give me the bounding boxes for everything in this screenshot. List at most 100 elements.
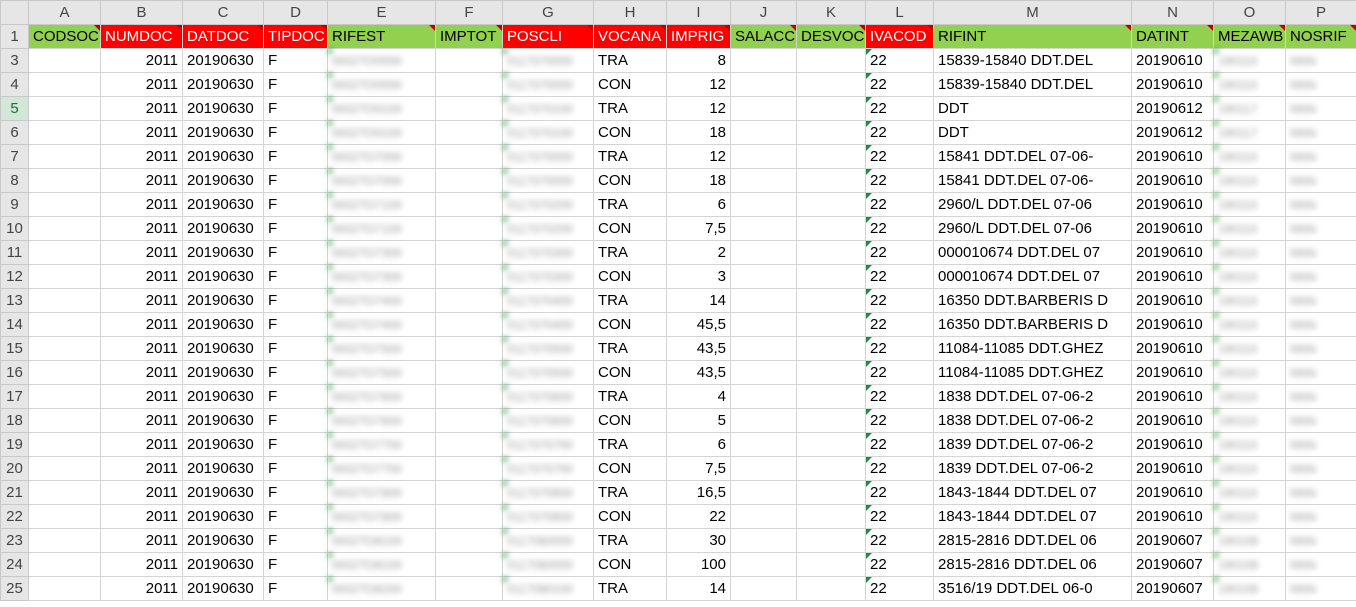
- cell-a[interactable]: [28, 336, 101, 361]
- cell-numdoc[interactable]: 2011: [100, 576, 183, 601]
- cell-numdoc[interactable]: 2011: [100, 264, 183, 289]
- cell-numdoc[interactable]: 2011: [100, 48, 183, 73]
- cell-f[interactable]: [435, 168, 503, 193]
- cell-f[interactable]: [435, 264, 503, 289]
- cell-rifint[interactable]: 1838 DDT.DEL 07-06-2: [933, 408, 1132, 433]
- cell-a[interactable]: [28, 576, 101, 601]
- cell-ivacod[interactable]: 22: [865, 216, 934, 241]
- row-header[interactable]: 18: [0, 408, 29, 433]
- cell-rifest[interactable]: 0002TO7800: [327, 480, 436, 505]
- row-header[interactable]: 21: [0, 480, 29, 505]
- row-header[interactable]: 19: [0, 432, 29, 457]
- field-header-rifint[interactable]: RIFINT: [933, 24, 1132, 49]
- cell-vocana[interactable]: CON: [593, 120, 667, 145]
- field-header-desvoc[interactable]: DESVOC: [796, 24, 866, 49]
- cell-datdoc[interactable]: 20190630: [182, 72, 264, 97]
- cell-mezawb[interactable]: 190108: [1213, 528, 1286, 553]
- cell-j[interactable]: [730, 192, 797, 217]
- cell-poscli[interactable]: 0117070700: [502, 432, 594, 457]
- cell-imprig[interactable]: 4: [666, 384, 731, 409]
- cell-rifint[interactable]: 1838 DDT.DEL 07-06-2: [933, 384, 1132, 409]
- cell-vocana[interactable]: TRA: [593, 240, 667, 265]
- cell-j[interactable]: [730, 528, 797, 553]
- cell-rifint[interactable]: 3516/19 DDT.DEL 06-0: [933, 576, 1132, 601]
- cell-k[interactable]: [796, 528, 866, 553]
- cell-ivacod[interactable]: 22: [865, 264, 934, 289]
- cell-datdoc[interactable]: 20190630: [182, 552, 264, 577]
- cell-rifest[interactable]: 0002TO8200: [327, 576, 436, 601]
- cell-vocana[interactable]: TRA: [593, 480, 667, 505]
- cell-datint[interactable]: 20190607: [1131, 576, 1214, 601]
- cell-mezawb[interactable]: 190110: [1213, 144, 1286, 169]
- cell-datdoc[interactable]: 20190630: [182, 192, 264, 217]
- cell-j[interactable]: [730, 432, 797, 457]
- cell-imprig[interactable]: 12: [666, 72, 731, 97]
- cell-poscli[interactable]: 0117070100: [502, 96, 594, 121]
- cell-vocana[interactable]: TRA: [593, 528, 667, 553]
- cell-a[interactable]: [28, 360, 101, 385]
- cell-mezawb[interactable]: 190110: [1213, 384, 1286, 409]
- cell-mezawb[interactable]: 190108: [1213, 576, 1286, 601]
- select-all-corner[interactable]: [0, 0, 29, 25]
- cell-nosrif[interactable]: NNN: [1285, 528, 1356, 553]
- cell-tipdoc[interactable]: F: [263, 312, 328, 337]
- cell-numdoc[interactable]: 2011: [100, 288, 183, 313]
- cell-tipdoc[interactable]: F: [263, 504, 328, 529]
- cell-k[interactable]: [796, 144, 866, 169]
- cell-nosrif[interactable]: NNN: [1285, 168, 1356, 193]
- cell-rifest[interactable]: 0002TO8100: [327, 552, 436, 577]
- cell-vocana[interactable]: TRA: [593, 576, 667, 601]
- cell-vocana[interactable]: CON: [593, 72, 667, 97]
- cell-a[interactable]: [28, 168, 101, 193]
- cell-j[interactable]: [730, 144, 797, 169]
- cell-tipdoc[interactable]: F: [263, 384, 328, 409]
- cell-tipdoc[interactable]: F: [263, 336, 328, 361]
- cell-datint[interactable]: 20190610: [1131, 504, 1214, 529]
- cell-k[interactable]: [796, 48, 866, 73]
- cell-rifint[interactable]: 11084-11085 DDT.GHEZ: [933, 336, 1132, 361]
- cell-nosrif[interactable]: NNN: [1285, 264, 1356, 289]
- field-header-imptot[interactable]: IMPTOT: [435, 24, 503, 49]
- cell-k[interactable]: [796, 96, 866, 121]
- field-header-nosrif[interactable]: NOSRIF: [1285, 24, 1356, 49]
- cell-poscli[interactable]: 0117070500: [502, 336, 594, 361]
- cell-f[interactable]: [435, 144, 503, 169]
- cell-a[interactable]: [28, 144, 101, 169]
- cell-imprig[interactable]: 14: [666, 288, 731, 313]
- cell-k[interactable]: [796, 192, 866, 217]
- cell-vocana[interactable]: TRA: [593, 96, 667, 121]
- cell-a[interactable]: [28, 48, 101, 73]
- field-header-datdoc[interactable]: DATDOC: [182, 24, 264, 49]
- cell-datdoc[interactable]: 20190630: [182, 360, 264, 385]
- cell-poscli[interactable]: 0117070500: [502, 360, 594, 385]
- row-header[interactable]: 5: [0, 96, 29, 121]
- cell-tipdoc[interactable]: F: [263, 168, 328, 193]
- cell-datdoc[interactable]: 20190630: [182, 216, 264, 241]
- cell-mezawb[interactable]: 190117: [1213, 96, 1286, 121]
- column-header-c[interactable]: C: [182, 0, 264, 25]
- cell-rifint[interactable]: 2960/L DDT.DEL 07-06: [933, 192, 1132, 217]
- cell-a[interactable]: [28, 288, 101, 313]
- cell-f[interactable]: [435, 480, 503, 505]
- cell-tipdoc[interactable]: F: [263, 528, 328, 553]
- cell-datint[interactable]: 20190612: [1131, 96, 1214, 121]
- cell-mezawb[interactable]: 190110: [1213, 168, 1286, 193]
- cell-rifest[interactable]: 0002TO7700: [327, 432, 436, 457]
- field-header-poscli[interactable]: POSCLI: [502, 24, 594, 49]
- cell-ivacod[interactable]: 22: [865, 360, 934, 385]
- column-header-o[interactable]: O: [1213, 0, 1286, 25]
- cell-nosrif[interactable]: NNN: [1285, 144, 1356, 169]
- field-header-imprig[interactable]: IMPRIG: [666, 24, 731, 49]
- cell-tipdoc[interactable]: F: [263, 552, 328, 577]
- cell-j[interactable]: [730, 120, 797, 145]
- cell-ivacod[interactable]: 22: [865, 552, 934, 577]
- cell-k[interactable]: [796, 72, 866, 97]
- cell-a[interactable]: [28, 456, 101, 481]
- cell-ivacod[interactable]: 22: [865, 96, 934, 121]
- cell-numdoc[interactable]: 2011: [100, 504, 183, 529]
- cell-datdoc[interactable]: 20190630: [182, 432, 264, 457]
- cell-datint[interactable]: 20190610: [1131, 168, 1214, 193]
- cell-a[interactable]: [28, 264, 101, 289]
- cell-vocana[interactable]: TRA: [593, 336, 667, 361]
- cell-tipdoc[interactable]: F: [263, 288, 328, 313]
